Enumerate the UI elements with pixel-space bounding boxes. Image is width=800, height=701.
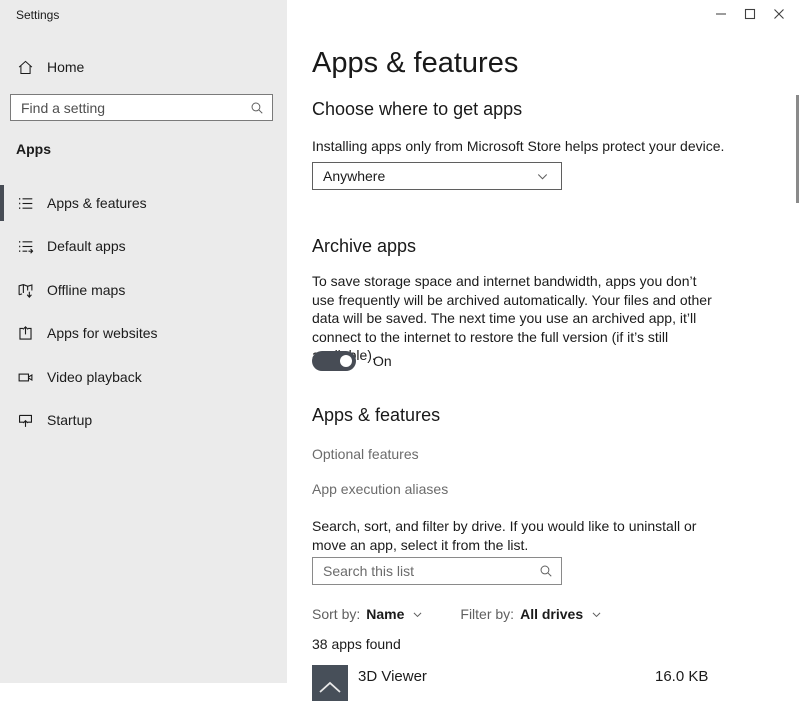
- sort-by-dropdown[interactable]: Name: [366, 606, 404, 622]
- app-list-item-size: 16.0 KB: [655, 668, 708, 685]
- sidebar-section-apps: Apps: [16, 141, 51, 157]
- box-arrow-up-icon: [16, 324, 34, 342]
- chevron-down-icon[interactable]: [591, 609, 602, 620]
- video-camera-icon: [16, 368, 34, 386]
- sort-by-label: Sort by:: [312, 606, 360, 622]
- find-a-setting-placeholder: Find a setting: [21, 100, 250, 116]
- sidebar-item-home[interactable]: Home: [0, 54, 287, 80]
- filter-by-label: Filter by:: [460, 606, 514, 622]
- filter-by-dropdown[interactable]: All drives: [520, 606, 583, 622]
- monitor-arrow-up-icon: [16, 411, 34, 429]
- sidebar-item-startup[interactable]: Startup: [0, 400, 287, 440]
- archive-apps-toggle[interactable]: [312, 351, 356, 371]
- search-icon: [250, 101, 264, 115]
- optional-features-link[interactable]: Optional features: [312, 446, 419, 462]
- home-icon: [16, 58, 34, 76]
- window-title: Settings: [16, 8, 59, 22]
- app-execution-aliases-link[interactable]: App execution aliases: [312, 481, 448, 497]
- 3d-viewer-tile-icon[interactable]: [312, 665, 348, 701]
- app-list-item-name[interactable]: 3D Viewer: [358, 668, 427, 685]
- search-icon: [539, 564, 553, 578]
- vertical-scrollbar-thumb[interactable]: [796, 95, 799, 203]
- sidebar-home-label: Home: [47, 59, 84, 75]
- sidebar-item-label: Apps & features: [47, 195, 147, 211]
- sidebar-item-label: Offline maps: [47, 282, 125, 298]
- sidebar-item-label: Video playback: [47, 369, 142, 385]
- sidebar-item-label: Startup: [47, 412, 92, 428]
- apps-found-count: 38 apps found: [312, 636, 401, 652]
- sidebar-item-default-apps[interactable]: Default apps: [0, 226, 287, 266]
- list-bullets-icon: [16, 194, 34, 212]
- choose-where-description: Installing apps only from Microsoft Stor…: [312, 137, 724, 156]
- window-controls: [713, 5, 787, 23]
- find-a-setting-input[interactable]: Find a setting: [10, 94, 273, 121]
- settings-sidebar: Settings Home Find a setting Apps Apps &…: [0, 0, 287, 683]
- selected-accent-bar: [0, 185, 4, 221]
- app-source-dropdown[interactable]: Anywhere: [312, 162, 562, 190]
- sidebar-item-label: Apps for websites: [47, 325, 158, 341]
- sidebar-item-apps-for-websites[interactable]: Apps for websites: [0, 313, 287, 353]
- chevron-down-icon: [536, 170, 549, 183]
- chevron-down-icon[interactable]: [412, 609, 423, 620]
- apps-features-heading: Apps & features: [312, 405, 440, 426]
- app-source-dropdown-value: Anywhere: [323, 168, 536, 184]
- map-download-icon: [16, 281, 34, 299]
- search-app-list-input[interactable]: Search this list: [312, 557, 562, 585]
- sidebar-item-label: Default apps: [47, 238, 126, 254]
- toggle-state-label: On: [373, 353, 392, 369]
- search-app-list-placeholder: Search this list: [323, 563, 539, 579]
- close-button[interactable]: [771, 5, 787, 23]
- minimize-button[interactable]: [713, 5, 729, 23]
- sidebar-item-video-playback[interactable]: Video playback: [0, 357, 287, 397]
- toggle-knob: [340, 355, 352, 367]
- archive-apps-heading: Archive apps: [312, 236, 416, 257]
- sidebar-item-apps-features[interactable]: Apps & features: [0, 183, 287, 223]
- choose-where-heading: Choose where to get apps: [312, 99, 522, 120]
- maximize-button[interactable]: [742, 5, 758, 23]
- sidebar-item-offline-maps[interactable]: Offline maps: [0, 270, 287, 310]
- page-title: Apps & features: [312, 47, 518, 80]
- list-arrow-icon: [16, 237, 34, 255]
- search-sort-description: Search, sort, and filter by drive. If yo…: [312, 517, 722, 554]
